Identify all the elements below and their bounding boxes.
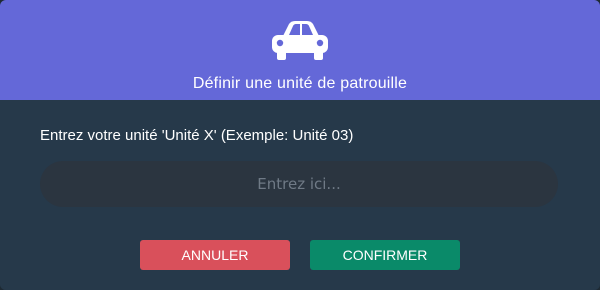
unit-input[interactable] — [40, 161, 558, 207]
dialog-body: Entrez votre unité 'Unité X' (Exemple: U… — [0, 100, 600, 290]
car-icon — [267, 18, 333, 62]
dialog-title: Définir une unité de patrouille — [192, 75, 408, 92]
patrol-unit-dialog: Définir une unité de patrouille Entrez v… — [0, 0, 600, 290]
dialog-header: Définir une unité de patrouille — [0, 0, 600, 100]
prompt-label: Entrez votre unité 'Unité X' (Exemple: U… — [40, 127, 354, 144]
confirm-button[interactable]: CONFIRMER — [310, 240, 460, 270]
cancel-button[interactable]: ANNULER — [140, 240, 290, 270]
